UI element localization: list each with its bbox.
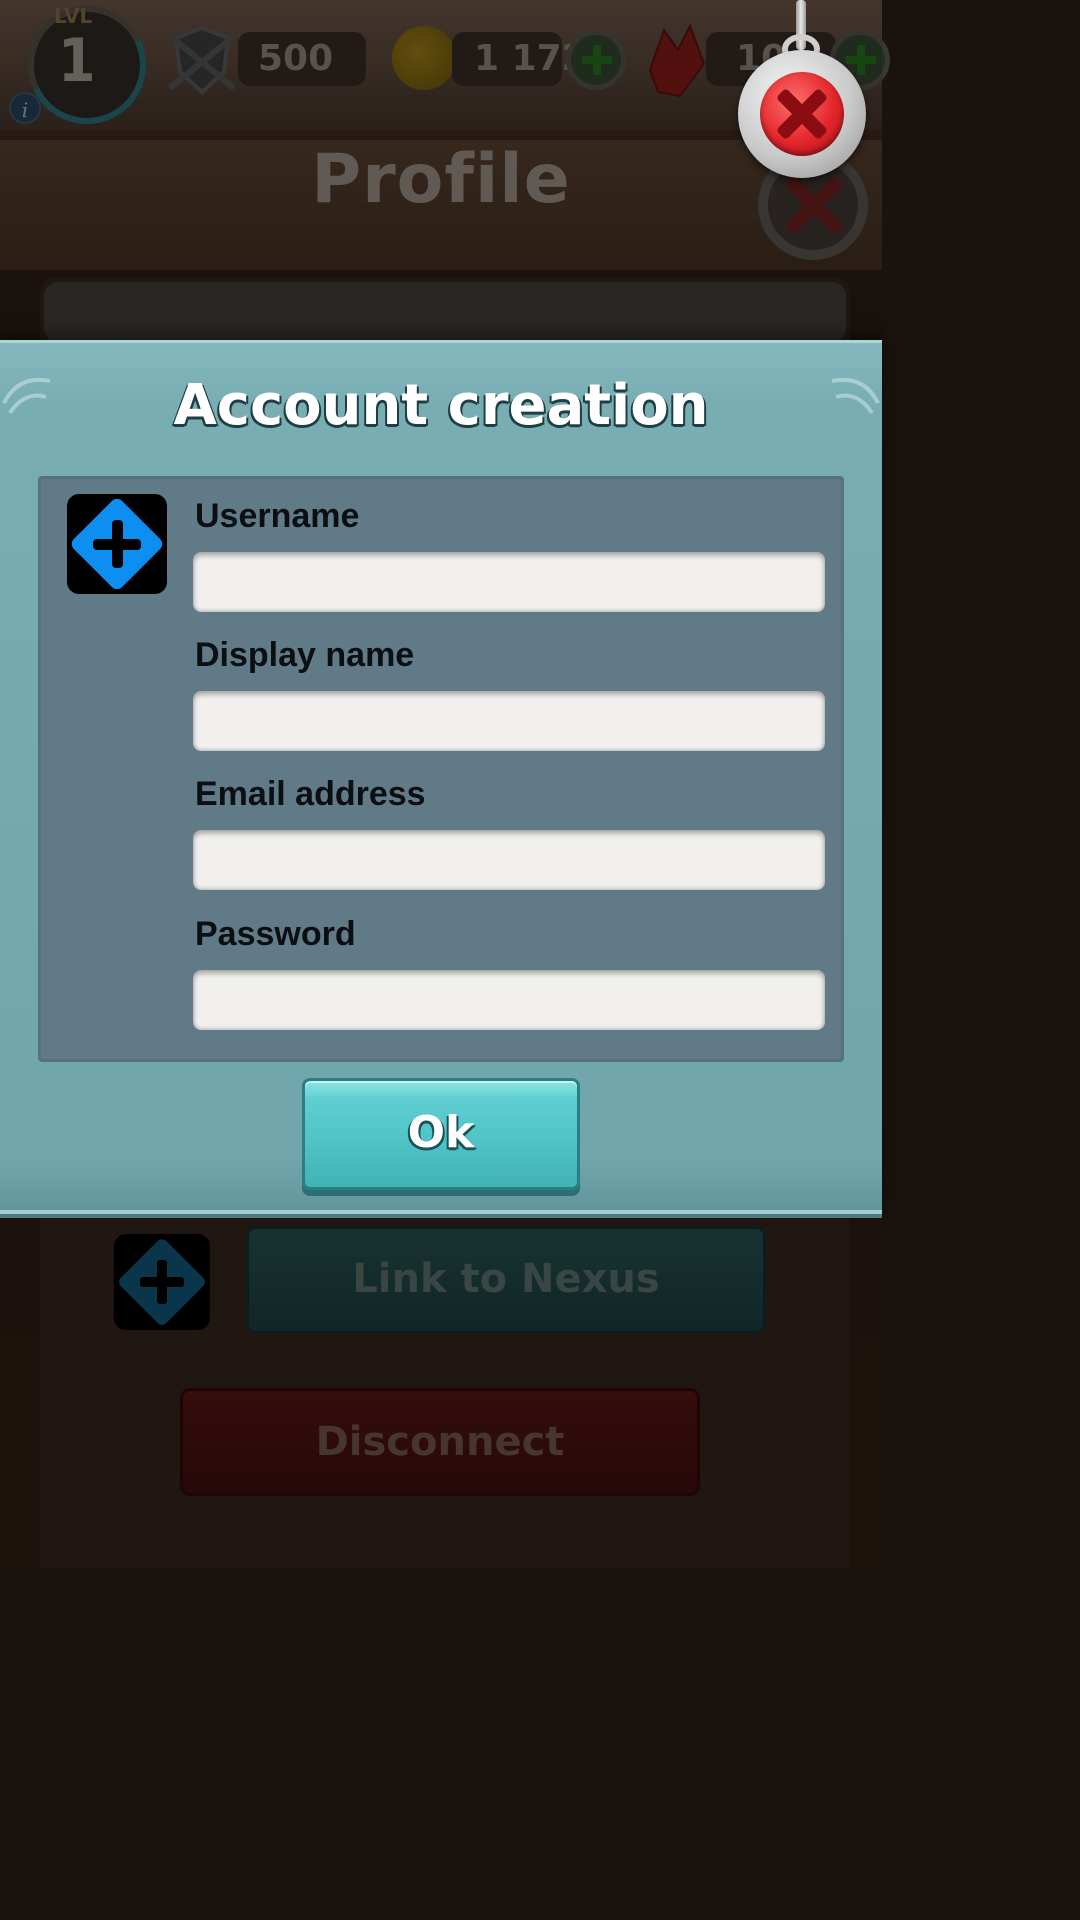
nexus-logo-icon bbox=[67, 494, 167, 594]
username-field[interactable] bbox=[193, 552, 825, 612]
dialog-title: Account creation bbox=[173, 373, 709, 438]
ok-button[interactable]: Ok bbox=[302, 1078, 580, 1190]
password-field[interactable] bbox=[193, 970, 825, 1030]
account-creation-dialog: Account creation Username Display name E… bbox=[0, 340, 882, 1218]
close-button[interactable] bbox=[738, 50, 866, 178]
display-name-field[interactable] bbox=[193, 691, 825, 751]
email-label: Email address bbox=[195, 775, 426, 813]
close-icon bbox=[760, 72, 844, 156]
form-panel: Username Display name Email address Pass… bbox=[38, 476, 844, 1062]
username-label: Username bbox=[195, 497, 360, 535]
display-name-label: Display name bbox=[195, 636, 415, 674]
password-label: Password bbox=[195, 915, 356, 953]
email-field[interactable] bbox=[193, 830, 825, 890]
